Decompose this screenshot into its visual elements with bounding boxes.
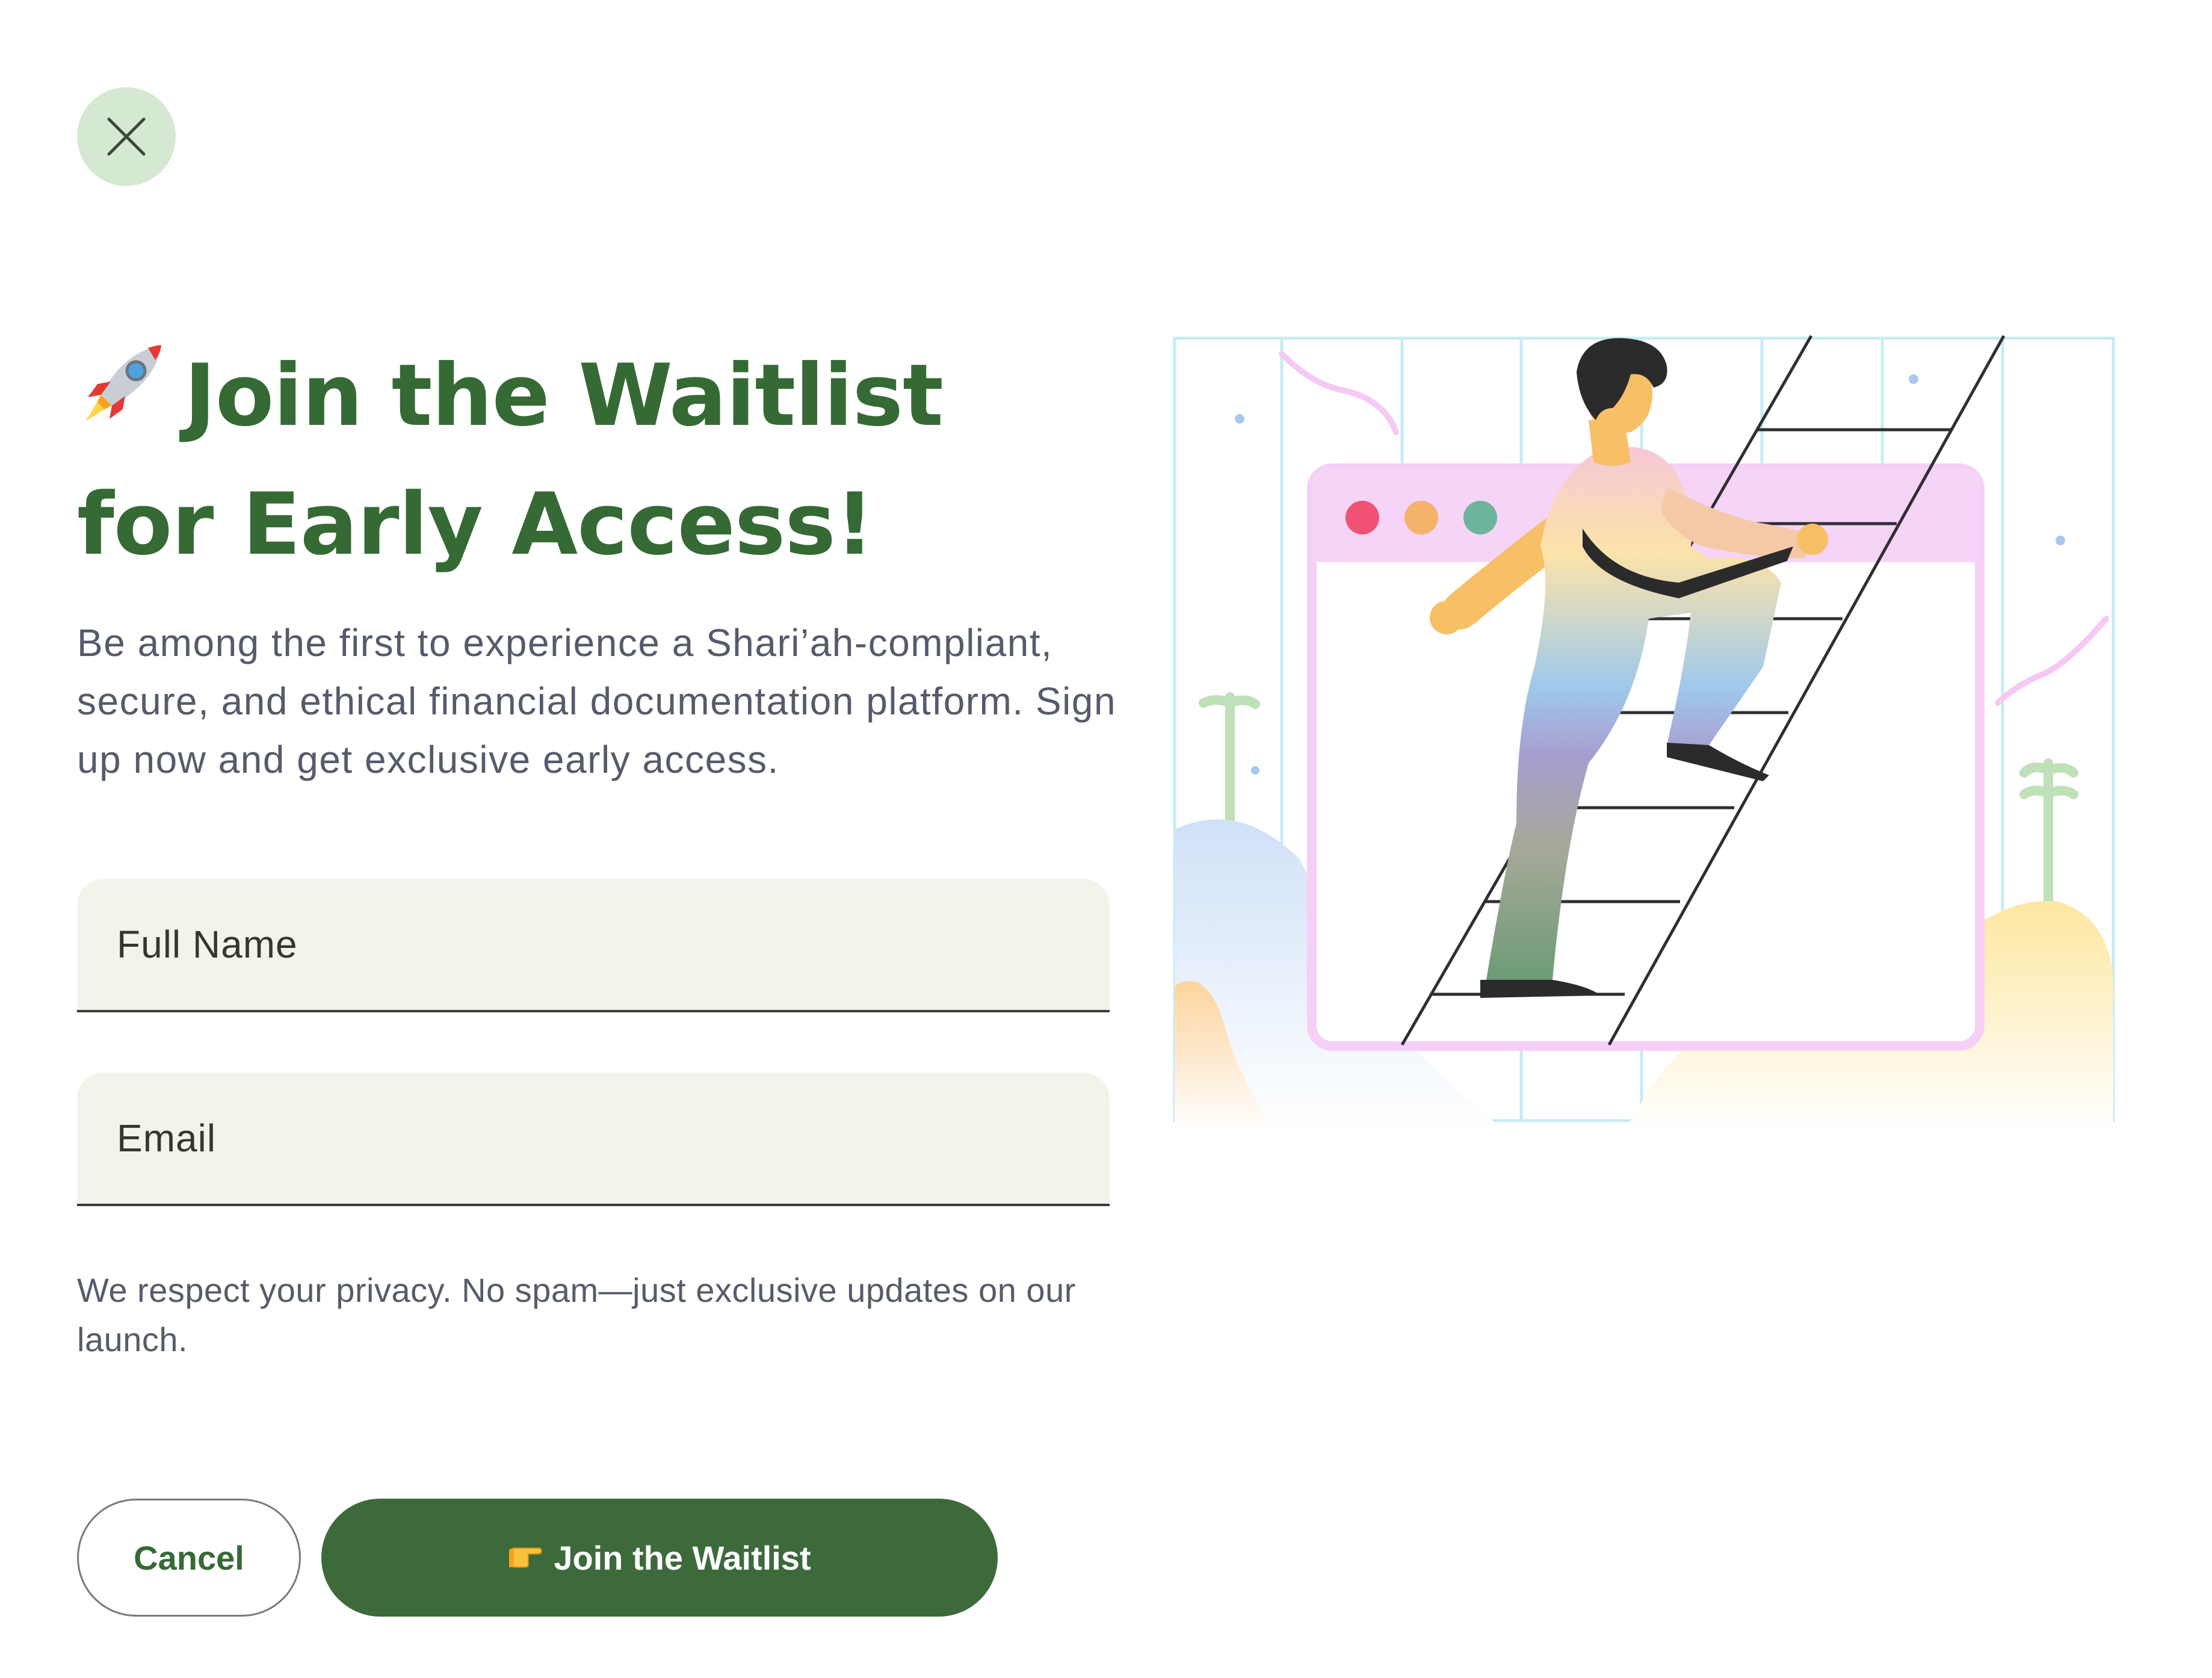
ladder-climber-illustration xyxy=(1167,330,2118,1144)
full-name-field[interactable] xyxy=(77,879,1110,1012)
join-waitlist-button[interactable]: Join the Waitlist xyxy=(321,1499,998,1617)
close-button[interactable] xyxy=(77,87,176,186)
rocket-icon xyxy=(77,339,167,463)
title-line-2: for Early Access! xyxy=(77,475,874,574)
join-waitlist-label: Join the Waitlist xyxy=(554,1538,811,1577)
email-field[interactable] xyxy=(77,1073,1110,1206)
intro-text: Be among the first to experience a Shari… xyxy=(77,621,1117,781)
page-title: Join the Waitlist for Early Access! xyxy=(77,334,1088,587)
cancel-button[interactable]: Cancel xyxy=(77,1499,301,1617)
pointing-hand-icon xyxy=(508,1538,543,1577)
full-name-input[interactable] xyxy=(77,879,1110,1010)
title-line-1: Join the Waitlist xyxy=(77,334,1088,463)
email-input[interactable] xyxy=(77,1073,1110,1204)
close-icon xyxy=(107,117,146,156)
privacy-note: We respect your privacy. No spam—just ex… xyxy=(77,1271,1076,1358)
